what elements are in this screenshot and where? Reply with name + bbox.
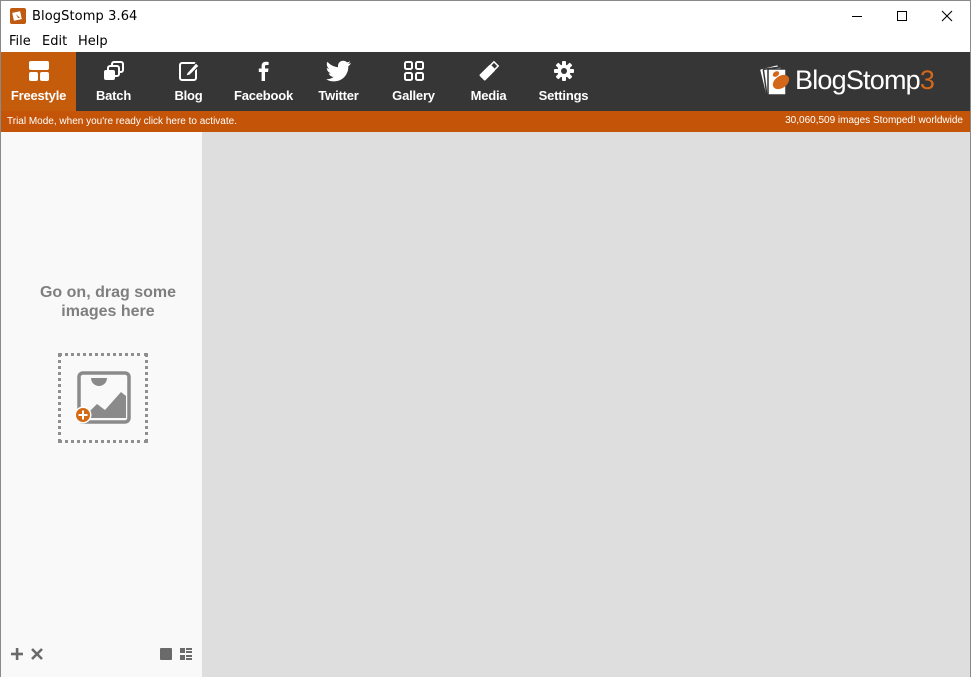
tab-label: Blog (174, 88, 203, 103)
minimize-button[interactable] (834, 1, 880, 31)
maximize-button[interactable] (879, 1, 925, 31)
image-list-panel[interactable]: Go on, drag some images here (1, 132, 202, 677)
add-image-icon (74, 371, 131, 424)
list-view-icon[interactable] (180, 648, 192, 660)
tab-gallery[interactable]: Gallery (376, 52, 451, 111)
minimize-icon (852, 16, 862, 17)
tab-blog[interactable]: Blog (151, 52, 226, 111)
close-icon (941, 10, 953, 22)
logo-version: 3 (919, 65, 935, 95)
add-icon[interactable] (11, 648, 23, 660)
logo-stamp-icon (760, 65, 790, 96)
remove-icon[interactable] (31, 648, 43, 660)
menu-file[interactable]: File (9, 34, 31, 49)
menu-bar: File Edit Help (1, 31, 970, 52)
menu-edit[interactable]: Edit (42, 34, 67, 49)
tab-label: Media (470, 88, 507, 103)
menu-help[interactable]: Help (78, 34, 108, 49)
tab-settings[interactable]: Settings (526, 52, 601, 111)
blogstomp-logo: BlogStomp3 (759, 61, 959, 101)
drop-prompt-line1: Go on, drag some (39, 284, 176, 301)
tab-freestyle[interactable]: Freestyle (1, 52, 76, 111)
close-button[interactable] (924, 1, 970, 31)
facebook-icon (258, 61, 269, 81)
window-title: BlogStomp 3.64 (32, 9, 138, 24)
tab-label: Gallery (392, 88, 435, 103)
gear-icon (553, 61, 574, 81)
maximize-icon (897, 11, 907, 21)
media-usb-icon (479, 60, 499, 81)
app-logo-icon (10, 8, 26, 24)
freestyle-icon (28, 61, 49, 81)
stomp-counter: 30,060,509 images Stomped! worldwide (785, 115, 963, 126)
blog-edit-icon (178, 62, 200, 81)
tab-label: Batch (95, 88, 132, 103)
app-window: BlogStomp 3.64 File Edit Help Freestyle (0, 0, 971, 677)
batch-icon (103, 61, 124, 80)
tab-twitter[interactable]: Twitter (301, 52, 376, 111)
logo-text: BlogStomp3 (795, 65, 935, 96)
single-view-icon[interactable] (160, 648, 172, 660)
tab-facebook[interactable]: Facebook (226, 52, 301, 111)
main-canvas[interactable] (202, 132, 970, 677)
tab-media[interactable]: Media (451, 52, 526, 111)
drop-prompt: Go on, drag some images here (1, 283, 215, 321)
logo-name: BlogStomp (795, 65, 921, 95)
tab-label: Twitter (318, 88, 359, 103)
twitter-icon (325, 60, 351, 82)
trial-banner: Trial Mode, when you're ready click here… (1, 111, 970, 132)
tab-label: Facebook (233, 88, 294, 103)
image-drop-zone[interactable] (58, 353, 148, 443)
trial-activate-link[interactable]: Trial Mode, when you're ready click here… (7, 116, 237, 127)
panel-footer (1, 648, 202, 666)
drop-prompt-line2: images here (61, 303, 155, 320)
tab-batch[interactable]: Batch (76, 52, 151, 111)
tab-label: Settings (538, 88, 589, 103)
title-bar: BlogStomp 3.64 (1, 1, 970, 31)
gallery-grid-icon (403, 61, 424, 81)
tab-label: Freestyle (10, 88, 67, 103)
